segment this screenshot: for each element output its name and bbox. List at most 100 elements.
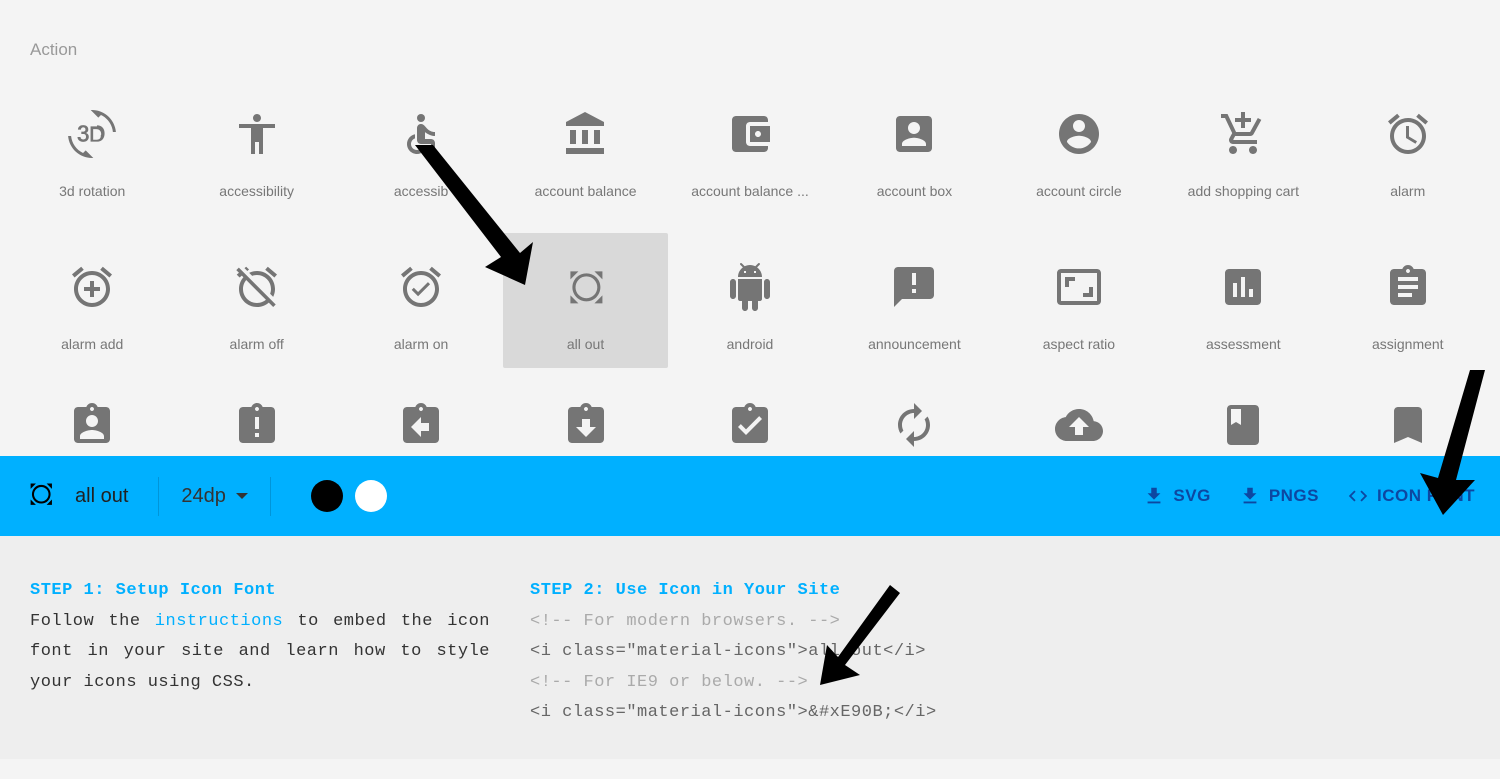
icon-account-circle[interactable]: account circle bbox=[997, 80, 1161, 215]
icon-announcement[interactable]: announcement bbox=[832, 233, 996, 368]
account-circle-icon bbox=[1055, 110, 1103, 158]
code-icon bbox=[1347, 485, 1369, 507]
icon-alarm[interactable]: alarm bbox=[1326, 80, 1490, 215]
icon-label: assignment bbox=[1372, 336, 1444, 352]
step-2-title: STEP 2: Use Icon in Your Site bbox=[530, 576, 1470, 607]
backup-icon bbox=[1055, 401, 1103, 449]
icon-book[interactable] bbox=[1161, 386, 1325, 456]
icon-assignment-return[interactable] bbox=[339, 386, 503, 456]
add-shopping-cart-icon bbox=[1219, 110, 1267, 158]
step-1-text-before: Follow the bbox=[30, 612, 155, 631]
selected-icon-name: all out bbox=[75, 485, 128, 508]
autorenew-icon bbox=[890, 401, 938, 449]
download-pngs-button[interactable]: PNGS bbox=[1239, 485, 1319, 507]
check-icon bbox=[319, 488, 335, 504]
icon-assignment-returned[interactable] bbox=[503, 386, 667, 456]
assignment-turned-in-icon bbox=[726, 401, 774, 449]
code-line-1: <i class="material-icons">all_out</i> bbox=[530, 637, 1470, 668]
icon-accessible[interactable]: accessib bbox=[339, 80, 503, 215]
icon-label: account balance ... bbox=[691, 183, 809, 199]
icon-alarm-off[interactable]: alarm off bbox=[174, 233, 338, 368]
assessment-icon bbox=[1219, 263, 1267, 311]
download-svg-label: SVG bbox=[1173, 486, 1210, 506]
icon-autorenew[interactable] bbox=[832, 386, 996, 456]
instructions-link[interactable]: instructions bbox=[155, 612, 283, 631]
icon-label: accessib bbox=[394, 183, 448, 199]
icon-label: alarm off bbox=[230, 336, 284, 352]
accessible-icon bbox=[397, 110, 445, 158]
icon-font-button[interactable]: ICON FONT bbox=[1347, 485, 1475, 507]
icon-assignment-ind[interactable] bbox=[10, 386, 174, 456]
code-comment-2: <!-- For IE9 or below. --> bbox=[530, 668, 1470, 699]
all-out-icon bbox=[562, 263, 610, 311]
icon-assignment[interactable]: assignment bbox=[1326, 233, 1490, 368]
category-heading: Action bbox=[0, 0, 1500, 60]
assignment-return-icon bbox=[397, 401, 445, 449]
icon-label: account circle bbox=[1036, 183, 1122, 199]
icon-label: assessment bbox=[1206, 336, 1281, 352]
android-icon bbox=[726, 263, 774, 311]
size-dropdown[interactable]: 24dp bbox=[158, 477, 271, 516]
icon-3d-rotation[interactable]: 3d rotation bbox=[10, 80, 174, 215]
icon-label: alarm add bbox=[61, 336, 123, 352]
download-icon bbox=[1143, 485, 1165, 507]
icon-all-out[interactable]: all out bbox=[503, 233, 667, 368]
step-1-body: Follow the instructions to embed the ico… bbox=[30, 607, 490, 699]
icon-assessment[interactable]: assessment bbox=[1161, 233, 1325, 368]
3d-rotation-icon bbox=[68, 110, 116, 158]
announcement-icon bbox=[890, 263, 938, 311]
icon-label: aspect ratio bbox=[1043, 336, 1115, 352]
icon-aspect-ratio[interactable]: aspect ratio bbox=[997, 233, 1161, 368]
icon-grid: 3d rotation accessibility accessib accou… bbox=[0, 60, 1500, 456]
alarm-off-icon bbox=[233, 263, 281, 311]
icon-account-balance-wallet[interactable]: account balance ... bbox=[668, 80, 832, 215]
step-2: STEP 2: Use Icon in Your Site <!-- For m… bbox=[530, 576, 1470, 729]
download-svg-button[interactable]: SVG bbox=[1143, 485, 1210, 507]
chevron-down-icon bbox=[236, 493, 248, 499]
selected-icon-preview bbox=[25, 478, 57, 515]
download-pngs-label: PNGS bbox=[1269, 486, 1319, 506]
icon-assignment-late[interactable] bbox=[174, 386, 338, 456]
icon-backup[interactable] bbox=[997, 386, 1161, 456]
bookmark-icon bbox=[1384, 401, 1432, 449]
step-1-title: STEP 1: Setup Icon Font bbox=[30, 576, 490, 607]
icon-assignment-turned-in[interactable] bbox=[668, 386, 832, 456]
download-icon bbox=[1239, 485, 1261, 507]
icon-label: add shopping cart bbox=[1188, 183, 1299, 199]
icon-label: alarm bbox=[1390, 183, 1425, 199]
icon-detail-bar: all out 24dp SVG PNGS ICON FONT bbox=[0, 456, 1500, 536]
icon-label: all out bbox=[567, 336, 604, 352]
icon-android[interactable]: android bbox=[668, 233, 832, 368]
aspect-ratio-icon bbox=[1055, 263, 1103, 311]
icon-label: alarm on bbox=[394, 336, 448, 352]
assignment-returned-icon bbox=[562, 401, 610, 449]
book-icon bbox=[1219, 401, 1267, 449]
icon-bookmark[interactable] bbox=[1326, 386, 1490, 456]
icon-label: android bbox=[727, 336, 774, 352]
code-comment-1: <!-- For modern browsers. --> bbox=[530, 607, 1470, 638]
assignment-late-icon bbox=[233, 401, 281, 449]
accessibility-icon bbox=[233, 110, 281, 158]
icon-add-shopping-cart[interactable]: add shopping cart bbox=[1161, 80, 1325, 215]
icon-label: account box bbox=[877, 183, 953, 199]
icon-account-box[interactable]: account box bbox=[832, 80, 996, 215]
alarm-icon bbox=[1384, 110, 1432, 158]
account-balance-icon bbox=[562, 110, 610, 158]
alarm-on-icon bbox=[397, 263, 445, 311]
all-out-icon bbox=[25, 478, 57, 510]
color-swatch-white[interactable] bbox=[355, 480, 387, 512]
icon-label: accessibility bbox=[219, 183, 294, 199]
icon-label: account balance bbox=[535, 183, 637, 199]
alarm-add-icon bbox=[68, 263, 116, 311]
instructions-panel: STEP 1: Setup Icon Font Follow the instr… bbox=[0, 536, 1500, 759]
account-box-icon bbox=[890, 110, 938, 158]
size-value: 24dp bbox=[181, 485, 226, 508]
icon-account-balance[interactable]: account balance bbox=[503, 80, 667, 215]
icon-accessibility[interactable]: accessibility bbox=[174, 80, 338, 215]
icon-alarm-add[interactable]: alarm add bbox=[10, 233, 174, 368]
icon-label: 3d rotation bbox=[59, 183, 125, 199]
icon-label: announcement bbox=[868, 336, 961, 352]
icon-alarm-on[interactable]: alarm on bbox=[339, 233, 503, 368]
color-swatch-black[interactable] bbox=[311, 480, 343, 512]
assignment-icon bbox=[1384, 263, 1432, 311]
